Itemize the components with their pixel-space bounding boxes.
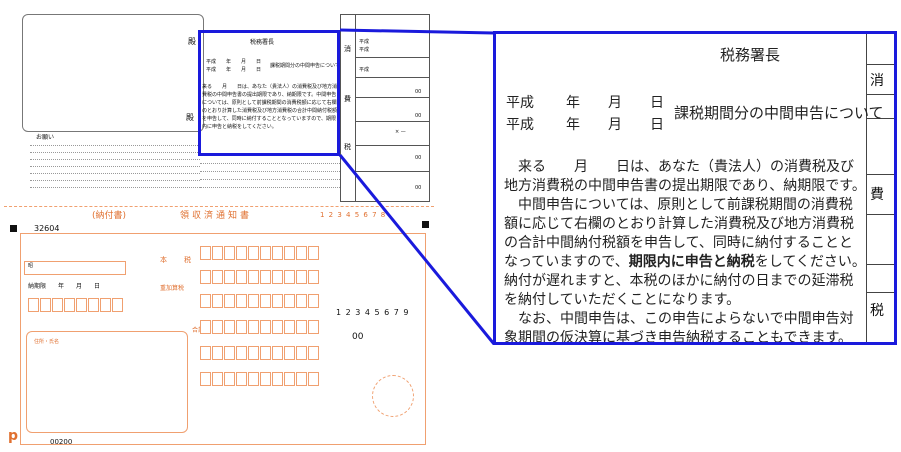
zoom-right-border-line — [866, 34, 867, 342]
zoom-date-1-era: 平成 — [506, 95, 534, 111]
zoom-body-line-6: なっていますので、期限内に申告と納税をしてください。 — [504, 254, 866, 270]
zoom-date-1-day: 日 — [650, 95, 664, 111]
zoom-side-line-7 — [866, 292, 894, 293]
connector-line-top — [339, 28, 495, 35]
zoom-side-line-1 — [866, 64, 894, 65]
zoom-body-line-8: を納付していただくことになります。 — [504, 292, 741, 308]
zoom-body-bold-phrase: 期限内に申告と納税 — [628, 254, 755, 270]
zoom-date-1-month: 月 — [608, 95, 622, 111]
zoom-subject: 課税期間分の中間申告について — [674, 104, 884, 122]
zoom-side-line-2 — [866, 94, 894, 95]
zoom-body-line-4: 額に応じて右欄のとおり計算した消費税及び地方消費税 — [504, 216, 854, 232]
zoom-side-line-4 — [866, 174, 894, 175]
zoom-body: 来る 月 日は、あなた（貴法人）の消費税及び 地方消費税の中間申告書の提出期限で… — [504, 156, 866, 345]
zoom-title: 税務署長 — [720, 46, 781, 64]
zoom-side-char-2: 費 — [870, 187, 884, 203]
zoom-date-2-month: 月 — [608, 117, 622, 133]
zoom-body-line-9: なお、中間申告は、この申告によらないで中間申告対 — [518, 311, 854, 327]
zoom-side-line-6 — [866, 264, 894, 265]
zoom-date-2-era: 平成 — [506, 117, 534, 133]
zoom-body-line-10: 象期間の仮決算に基づき申告納税することもできます。 — [504, 330, 853, 345]
zoom-side-line-5 — [866, 214, 894, 215]
connector-line-bottom — [338, 154, 496, 345]
zoom-body-line-2: 地方消費税の中間申告書の提出期限であり、納期限です。 — [504, 178, 866, 194]
zoom-panel: 消 費 税 税務署長 平成 年 月 日 平成 年 月 日 課税期間分の中間申告に… — [493, 31, 897, 345]
zoom-body-line-1: 来る 月 日は、あなた（貴法人）の消費税及び — [518, 159, 854, 175]
zoom-side-char-1: 消 — [870, 73, 884, 89]
zoom-body-line-3: 中間申告については、原則として前課税期間の消費税 — [518, 197, 853, 213]
zoom-date-2-year: 年 — [566, 117, 580, 133]
zoom-body-line-7: 納付が遅れますと、本税のほかに納付の日までの延滞税 — [504, 273, 854, 289]
zoom-date-2-day: 日 — [650, 117, 664, 133]
zoom-side-char-3: 税 — [870, 303, 884, 319]
zoom-date-1-year: 年 — [566, 95, 580, 111]
zoom-body-line-5: の合計中間納付税額を申告して、同時に納付することと — [504, 235, 853, 251]
